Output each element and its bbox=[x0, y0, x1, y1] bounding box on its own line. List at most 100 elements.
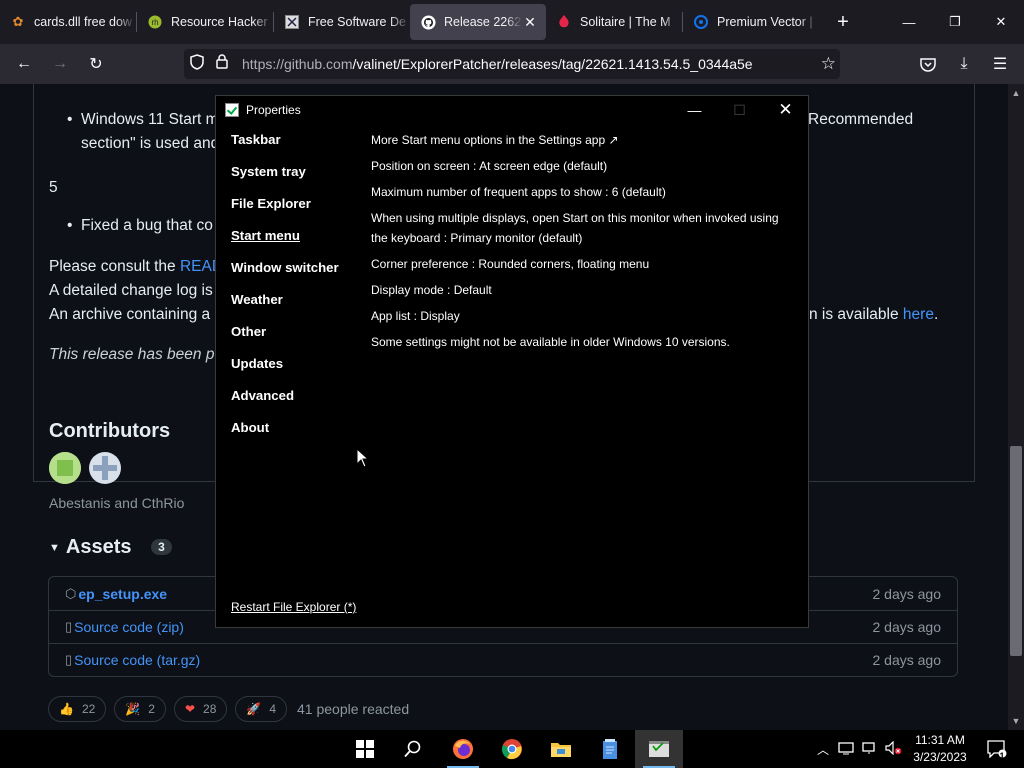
nav-window-switcher[interactable]: Window switcher bbox=[231, 260, 339, 292]
chevron-up-icon[interactable]: ︿ bbox=[812, 741, 834, 758]
asset-date: 2 days ago bbox=[872, 585, 942, 602]
search-icon bbox=[404, 740, 421, 758]
archive-text-end: n is available here. bbox=[809, 306, 939, 323]
lock-icon[interactable] bbox=[216, 54, 230, 74]
restart-file-explorer-link[interactable]: Restart File Explorer (*) bbox=[231, 600, 356, 614]
downloads-button[interactable]: ⤓ bbox=[948, 48, 980, 80]
firefox-icon bbox=[453, 739, 473, 759]
nav-taskbar[interactable]: Taskbar bbox=[231, 132, 339, 164]
clock-date: 3/23/2023 bbox=[913, 750, 967, 764]
chrome-icon bbox=[502, 739, 522, 760]
rocket-icon: 🚀 bbox=[246, 702, 262, 716]
notification-center-button[interactable]: 1 bbox=[982, 730, 1012, 768]
tab-label: Solitaire | The M bbox=[580, 15, 671, 29]
here-link[interactable]: here bbox=[903, 306, 934, 323]
tracking-protection-icon[interactable] bbox=[190, 53, 206, 75]
taskbar-clock[interactable]: 11:31 AM 3/23/2023 bbox=[906, 732, 974, 766]
option-settings-app-link[interactable]: More Start menu options in the Settings … bbox=[371, 130, 796, 150]
dialog-maximize-button: ☐ bbox=[733, 101, 746, 118]
scroll-down-icon[interactable]: ▼ bbox=[1008, 716, 1024, 726]
network-icon[interactable] bbox=[834, 741, 858, 758]
start-button[interactable] bbox=[341, 730, 389, 768]
url-path: /valinet/ExplorerPatcher/releases/tag/22… bbox=[352, 56, 753, 72]
properties-app-icon bbox=[225, 103, 239, 117]
tab-solitaire[interactable]: Solitaire | The M bbox=[546, 0, 682, 44]
tab-github-release[interactable]: Release 22621 ✕ bbox=[410, 4, 546, 40]
asset-row[interactable]: ▯ Source code (tar.gz) 2 days ago bbox=[49, 643, 957, 676]
bullet-text-end: Recommended bbox=[808, 111, 914, 128]
restore-window-button[interactable]: ❐ bbox=[932, 0, 978, 44]
reload-button[interactable]: ↻ bbox=[80, 48, 112, 80]
list-number: 5 bbox=[49, 179, 58, 196]
tab-free-software[interactable]: Free Software De bbox=[274, 0, 410, 44]
new-tab-button[interactable]: + bbox=[827, 0, 859, 44]
pocket-button[interactable] bbox=[912, 48, 944, 80]
assets-heading[interactable]: ▼ Assets 3 bbox=[49, 536, 172, 559]
close-window-button[interactable]: ✕ bbox=[978, 0, 1024, 44]
bullet-item: Windows 11 Start m bbox=[67, 111, 219, 129]
url-text[interactable]: https://github.com/valinet/ExplorerPatch… bbox=[242, 56, 753, 72]
reaction-rocket[interactable]: 🚀 4 bbox=[235, 696, 288, 722]
avatar-abestanis[interactable] bbox=[49, 452, 81, 484]
reaction-count: 28 bbox=[203, 702, 217, 716]
back-button[interactable]: ← bbox=[8, 48, 40, 80]
forward-button[interactable]: → bbox=[44, 48, 76, 80]
display-icon[interactable] bbox=[858, 741, 882, 758]
option-position[interactable]: Position on screen : At screen edge (def… bbox=[371, 156, 796, 176]
chrome-taskbar-button[interactable] bbox=[488, 730, 536, 768]
firefox-taskbar-button[interactable] bbox=[439, 730, 487, 768]
scroll-up-icon[interactable]: ▲ bbox=[1008, 88, 1024, 98]
nav-file-explorer[interactable]: File Explorer bbox=[231, 196, 339, 228]
file-explorer-icon bbox=[551, 743, 571, 757]
nav-system-tray[interactable]: System tray bbox=[231, 164, 339, 196]
dialog-close-button[interactable]: ✕ bbox=[763, 96, 808, 124]
search-button[interactable] bbox=[389, 730, 437, 768]
nav-start-menu[interactable]: Start menu bbox=[231, 228, 339, 260]
file-explorer-taskbar-button[interactable] bbox=[537, 730, 585, 768]
consult-text: Please consult the READ bbox=[49, 258, 224, 275]
volume-muted-icon[interactable] bbox=[882, 740, 906, 758]
avatar-cthrio[interactable] bbox=[89, 452, 121, 484]
asset-link[interactable]: Source code (tar.gz) bbox=[74, 652, 872, 668]
reaction-heart[interactable]: ❤ 28 bbox=[173, 696, 228, 722]
archive-text: An archive containing a bbox=[49, 306, 211, 323]
notepad-icon bbox=[603, 739, 617, 759]
start-icon bbox=[356, 740, 374, 758]
nav-other[interactable]: Other bbox=[231, 324, 339, 356]
properties-app-icon bbox=[649, 741, 669, 757]
option-corner-preference[interactable]: Corner preference : Rounded corners, flo… bbox=[371, 254, 796, 274]
pocket-icon bbox=[920, 57, 936, 72]
compatibility-note: Some settings might not be available in … bbox=[371, 335, 730, 349]
reactions-bar: 👍 22 🎉 2 ❤ 28 🚀 4 41 people reacted bbox=[48, 696, 409, 722]
option-app-list[interactable]: App list : Display bbox=[371, 306, 796, 326]
reload-icon: ↻ bbox=[89, 56, 103, 73]
dialog-minimize-button[interactable]: — bbox=[672, 96, 717, 124]
option-multiple-displays[interactable]: When using multiple displays, open Start… bbox=[371, 208, 796, 248]
nav-updates[interactable]: Updates bbox=[231, 356, 339, 388]
nav-advanced[interactable]: Advanced bbox=[231, 388, 339, 420]
nav-about[interactable]: About bbox=[231, 420, 339, 452]
triangle-down-icon: ▼ bbox=[49, 542, 60, 554]
dialog-title-bar[interactable]: Properties — ☐ ✕ bbox=[216, 96, 808, 124]
page-scrollbar[interactable]: ▲ ▼ bbox=[1008, 84, 1024, 730]
properties-taskbar-button[interactable] bbox=[635, 730, 683, 768]
minimize-window-button[interactable]: — bbox=[886, 0, 932, 44]
browser-nav-bar: ← → ↻ https://github.com/valinet/Explore… bbox=[0, 44, 1024, 84]
scrollbar-thumb[interactable] bbox=[1010, 446, 1022, 656]
nav-weather[interactable]: Weather bbox=[231, 292, 339, 324]
option-frequent-apps[interactable]: Maximum number of frequent apps to show … bbox=[371, 182, 796, 202]
github-favicon-icon bbox=[420, 14, 436, 30]
menu-button[interactable]: ☰ bbox=[984, 48, 1016, 80]
tab-resource-hacker[interactable]: rh Resource Hacker bbox=[137, 0, 273, 44]
tab-premium-vector[interactable]: Premium Vector | bbox=[683, 0, 819, 44]
dialog-title: Properties bbox=[246, 103, 301, 117]
reaction-tada[interactable]: 🎉 2 bbox=[114, 696, 166, 722]
close-tab-icon[interactable]: ✕ bbox=[522, 14, 538, 31]
tab-cards-dll[interactable]: ✿ cards.dll free dow bbox=[0, 0, 136, 44]
url-bar[interactable]: https://github.com/valinet/ExplorerPatch… bbox=[184, 49, 840, 79]
option-display-mode[interactable]: Display mode : Default bbox=[371, 280, 796, 300]
notepad-taskbar-button[interactable] bbox=[586, 730, 634, 768]
bookmark-star-icon[interactable]: ☆ bbox=[821, 54, 836, 74]
heart-icon: ❤ bbox=[184, 702, 196, 716]
reaction-thumbs-up[interactable]: 👍 22 bbox=[48, 696, 107, 722]
